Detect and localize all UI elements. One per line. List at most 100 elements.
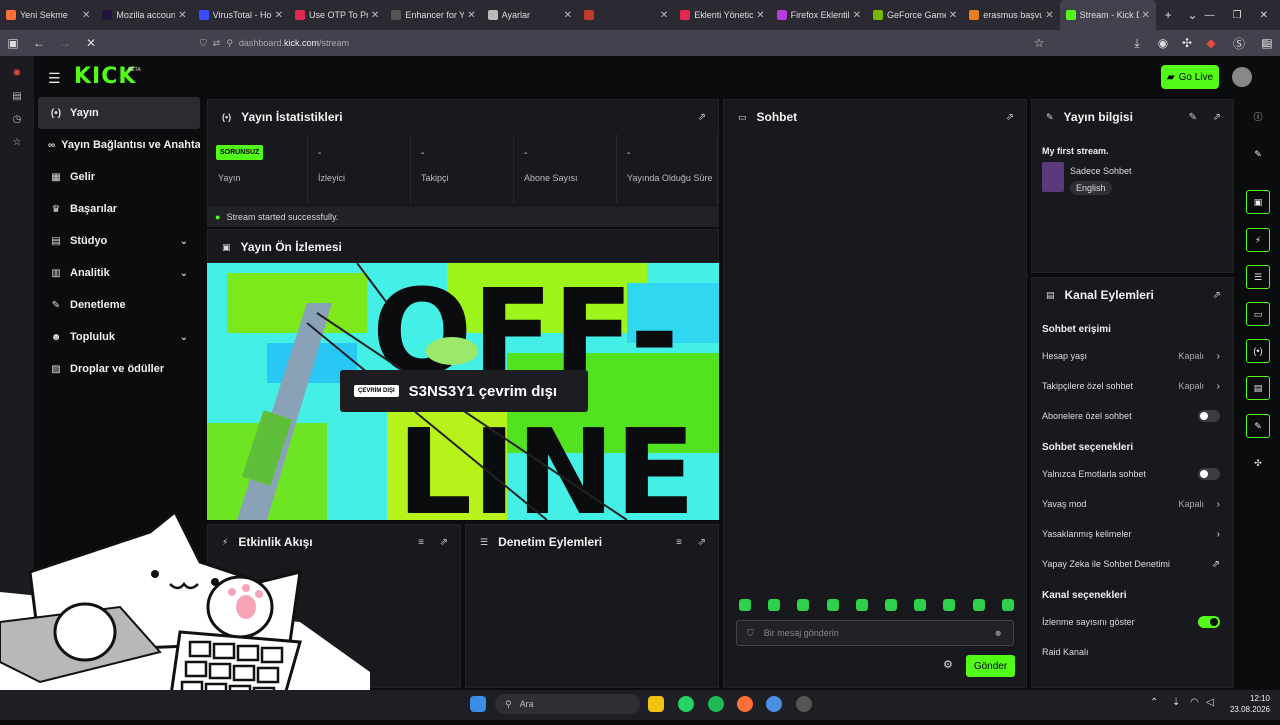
extension-icon[interactable]: ◆ (1198, 36, 1224, 50)
add-widget-icon[interactable]: ✣ (1246, 451, 1270, 475)
close-icon[interactable]: ✕ (82, 10, 90, 21)
broadcast-panel-icon[interactable]: (•) (1246, 339, 1270, 363)
history-icon[interactable]: ◷ (0, 114, 34, 125)
video-panel-icon[interactable]: ▣ (1246, 190, 1270, 214)
close-icon[interactable]: ✕ (178, 10, 186, 21)
address-bar[interactable]: ⛉ ⇄ ⚲ dashboard.kick.com/stream (200, 33, 349, 53)
emote-icon[interactable] (943, 599, 956, 611)
tabs-icon[interactable]: ▤ (0, 91, 34, 102)
browser-tab[interactable]: Yeni Sekme ✕ (0, 0, 96, 30)
profile-icon[interactable]: Ⓢ (1226, 35, 1252, 52)
browser-tab[interactable]: erasmus başvuru✕ (963, 0, 1059, 30)
chevron-right-icon[interactable]: › (1217, 381, 1220, 392)
menu-icon[interactable]: ≡ (1252, 36, 1278, 50)
browser-tab[interactable]: Ayarlar ✕ (482, 0, 578, 30)
close-icon[interactable]: ✕ (756, 10, 764, 21)
close-icon[interactable]: ✕ (275, 10, 283, 21)
download-icon[interactable]: ⤓ (1124, 36, 1150, 51)
server-panel-icon[interactable]: ▤ (1246, 376, 1270, 400)
taskbar-search[interactable]: ⚲ Ara (495, 694, 640, 714)
emote-icon[interactable] (768, 599, 781, 611)
emote-icon[interactable] (855, 599, 868, 611)
close-icon[interactable]: ✕ (371, 10, 379, 21)
ai-icon[interactable]: ✺ (0, 68, 34, 79)
window-close-icon[interactable]: ✕ (1260, 10, 1268, 21)
popout-icon[interactable]: ⇗ (1006, 112, 1014, 123)
nav-item[interactable]: ▦ Gelir (38, 161, 200, 193)
back-icon[interactable]: ← (26, 36, 52, 50)
spotify-icon[interactable] (708, 696, 724, 712)
channel-setting-row[interactable]: Hesap yaşı Kapalı › (1042, 342, 1224, 370)
wrench-panel-icon[interactable]: ✎ (1246, 414, 1270, 438)
nav-item[interactable]: ♛ Başarılar (38, 193, 200, 225)
browser-tab[interactable]: Eklenti Yöneticisi✕ (674, 0, 770, 30)
emote-icon[interactable] (1001, 599, 1014, 611)
go-live-button[interactable]: ▰ Go Live (1161, 65, 1219, 89)
reload-icon[interactable]: ✕ (78, 36, 104, 50)
channel-setting-row[interactable]: Yalnızca Emotlarla sohbet (1042, 460, 1224, 488)
browser-tab[interactable]: VirusTotal - Home✕ (193, 0, 289, 30)
nav-item[interactable]: ☻ Topluluk ⌄ (38, 321, 200, 353)
channel-setting-row[interactable]: Takipçilere özel sohbet Kapalı › (1042, 372, 1224, 400)
close-icon[interactable]: ✕ (467, 10, 475, 21)
toggle-switch[interactable] (1198, 468, 1220, 480)
channel-setting-row[interactable]: Yavaş mod Kapalı › (1042, 490, 1224, 518)
browser-tab[interactable]: Firefox Eklentileri✕ (771, 0, 867, 30)
nav-item[interactable]: ▥ Analitik ⌄ (38, 257, 200, 289)
chat-input[interactable]: ⛉ Bir mesaj gönderin ☻ (736, 620, 1014, 646)
popout-icon[interactable]: ⇗ (440, 537, 448, 548)
avatar[interactable] (1232, 67, 1252, 87)
popout-icon[interactable]: ⇗ (698, 112, 706, 123)
channel-setting-row[interactable]: İzlenme sayısını göster (1042, 608, 1224, 636)
emote-icon[interactable] (972, 599, 985, 611)
volume-icon[interactable]: ◁ (1206, 697, 1214, 708)
chevron-down-icon[interactable]: ⌄ (180, 268, 188, 279)
chevron-down-icon[interactable]: ⌄ (180, 236, 188, 247)
external-link-icon[interactable]: ⇗ (1212, 559, 1220, 570)
obs-icon[interactable] (796, 696, 812, 712)
lightning-panel-icon[interactable]: ⚡ (1246, 228, 1270, 252)
taskbar-clock[interactable]: 12:10 23.08.2026 (1226, 693, 1270, 715)
close-icon[interactable]: ✕ (1045, 10, 1053, 21)
emoji-icon[interactable]: ☻ (994, 628, 1003, 638)
browser-tab[interactable]: GeForce Game Re✕ (867, 0, 963, 30)
close-icon[interactable]: ✕ (1142, 10, 1150, 21)
hamburger-menu-icon[interactable]: ☰ (48, 70, 61, 87)
close-icon[interactable]: ✕ (564, 10, 572, 21)
list-panel-icon[interactable]: ☰ (1246, 265, 1270, 289)
start-icon[interactable] (470, 696, 486, 712)
filter-icon[interactable]: ≡ (418, 537, 424, 548)
extensions-icon[interactable]: ✣ (1174, 36, 1200, 50)
emote-icon[interactable] (826, 599, 839, 611)
chevron-down-icon[interactable]: ⌄ (180, 332, 188, 343)
firefox-icon[interactable] (737, 696, 753, 712)
nav-item[interactable]: (•) Yayın (38, 97, 200, 129)
popout-icon[interactable]: ⇗ (1213, 112, 1221, 123)
minimize-icon[interactable]: — (1205, 10, 1215, 21)
tab-list-chevron-icon[interactable]: ⌄ (1180, 8, 1204, 22)
edit-pencil-icon[interactable]: ✎ (1189, 112, 1197, 123)
whatsapp-icon[interactable] (678, 696, 694, 712)
maximize-icon[interactable]: ❐ (1233, 10, 1242, 21)
close-icon[interactable]: ✕ (660, 10, 668, 21)
new-tab-plus-icon[interactable]: + (1156, 8, 1180, 22)
wifi-icon[interactable]: ◠ (1190, 697, 1199, 708)
info-icon[interactable]: ⓘ (1246, 104, 1270, 128)
channel-setting-row[interactable]: Yasaklanmış kelimeler › (1042, 520, 1224, 548)
browser-tab[interactable]: Use OTP To Proce✕ (289, 0, 385, 30)
popout-icon[interactable]: ⇗ (1213, 290, 1221, 301)
browser-tab[interactable]: ✕ (578, 0, 674, 30)
chat-panel-icon[interactable]: ▭ (1246, 302, 1270, 326)
close-icon[interactable]: ✕ (949, 10, 957, 21)
pencil-icon[interactable]: ✎ (1246, 142, 1270, 166)
tray-chevron-icon[interactable]: ⌃ (1150, 697, 1158, 708)
nav-item[interactable]: ▤ Stüdyo ⌄ (38, 225, 200, 257)
filter-icon[interactable]: ≡ (676, 537, 682, 548)
chat-settings-gear-icon[interactable]: ⚙ (943, 658, 953, 671)
toggle-switch[interactable] (1198, 410, 1220, 422)
emote-icon[interactable] (739, 599, 751, 611)
browser-tab[interactable]: Stream - Kick Das✕ (1059, 0, 1156, 30)
nav-item[interactable]: ▨ Droplar ve ödüller (38, 353, 200, 385)
emote-icon[interactable] (797, 599, 810, 611)
chevron-right-icon[interactable]: › (1217, 499, 1220, 510)
